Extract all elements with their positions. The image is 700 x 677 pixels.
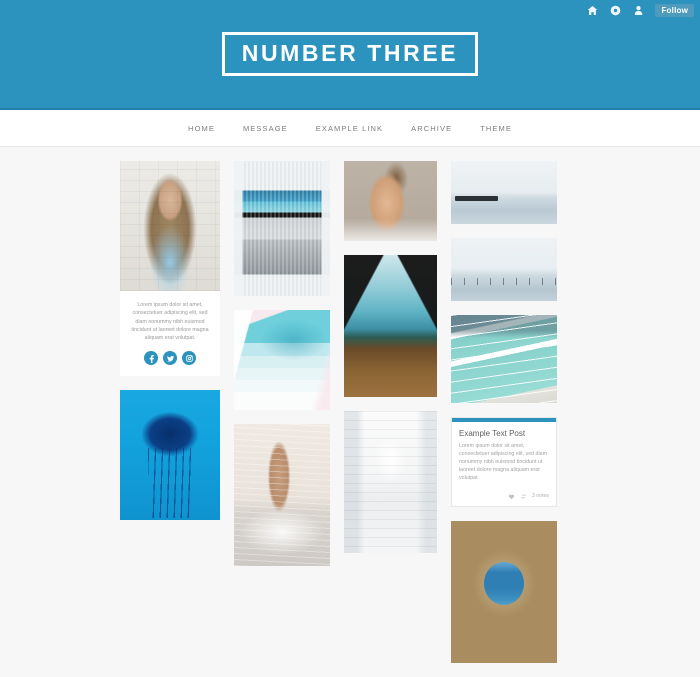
notes-count: 3 notes — [531, 493, 549, 499]
photo-azure-window-image — [451, 521, 557, 663]
grid-column-2 — [234, 161, 330, 580]
post-photo-pool-steps[interactable] — [234, 310, 330, 410]
post-photo-seascape-two[interactable] — [451, 238, 557, 301]
post-photo-smiling-woman[interactable] — [344, 161, 437, 241]
post-photo-icebergs-pool[interactable] — [451, 315, 557, 403]
post-photo-jellyfish[interactable] — [120, 390, 220, 521]
photo-seascape-two-image — [451, 238, 557, 301]
grid-column-1: Lorem ipsum dolor sit amet, consectetuer… — [120, 161, 220, 534]
tumblr-global-bar: Follow — [0, 0, 700, 21]
post-photo-white-stairs[interactable] — [344, 411, 437, 553]
post-photo-azure-window[interactable] — [451, 521, 557, 663]
grid-column-3 — [344, 161, 437, 567]
photo-icebergs-pool-image — [451, 315, 557, 403]
facebook-icon[interactable] — [144, 351, 158, 366]
photo-splash-image — [234, 424, 330, 566]
home-icon[interactable] — [584, 3, 600, 19]
photo-pool-steps-image — [234, 310, 330, 410]
photo-seascape-one-image — [451, 161, 557, 224]
site-title-box: NUMBER THREE — [221, 32, 479, 76]
post-photo-portrait[interactable] — [120, 161, 220, 291]
post-photo-splash[interactable] — [234, 424, 330, 566]
photo-glass-pool-image — [344, 255, 437, 397]
follow-button[interactable]: Follow — [655, 4, 694, 17]
main-navigation: HOME MESSAGE EXAMPLE LINK ARCHIVE THEME — [0, 110, 700, 147]
dashboard-icon[interactable] — [607, 3, 623, 19]
account-icon[interactable] — [630, 3, 646, 19]
grid-column-4: Example Text Post Lorem ipsum dolor sit … — [451, 161, 557, 677]
reblog-icon[interactable] — [520, 492, 528, 500]
example-post-notes-row: 3 notes — [452, 487, 556, 506]
photo-white-stairs-image — [344, 411, 437, 553]
example-post-body-wrap: Example Text Post Lorem ipsum dolor sit … — [452, 422, 556, 487]
nav-item-example-link[interactable]: EXAMPLE LINK — [316, 124, 383, 133]
social-links — [129, 351, 211, 366]
nav-item-archive[interactable]: ARCHIVE — [411, 124, 452, 133]
post-grid: Lorem ipsum dolor sit amet, consectetuer… — [120, 147, 580, 677]
example-post-title: Example Text Post — [459, 429, 526, 438]
post-example-text[interactable]: Example Text Post Lorem ipsum dolor sit … — [451, 417, 557, 507]
nav-item-theme[interactable]: THEME — [480, 124, 512, 133]
nav-item-home[interactable]: HOME — [188, 124, 215, 133]
photo-jellyfish-image — [120, 390, 220, 521]
page-title: NUMBER THREE — [241, 40, 459, 66]
post-photo-seascape-one[interactable] — [451, 161, 557, 224]
twitter-icon[interactable] — [163, 351, 177, 366]
photo-portrait-image — [120, 161, 220, 291]
example-post-text: Lorem ipsum dolor sit amet, consectetuer… — [459, 443, 548, 481]
text-post-body: Lorem ipsum dolor sit amet, consectetuer… — [131, 302, 209, 342]
nav-item-message[interactable]: MESSAGE — [243, 124, 288, 133]
photo-smiling-woman-image — [344, 161, 437, 241]
like-heart-icon[interactable] — [508, 492, 516, 500]
post-photo-beach-collage[interactable] — [234, 161, 330, 296]
post-text-social[interactable]: Lorem ipsum dolor sit amet, consectetuer… — [120, 291, 220, 377]
instagram-icon[interactable] — [182, 351, 196, 366]
post-photo-glass-pool[interactable] — [344, 255, 437, 397]
photo-collage-image — [234, 161, 330, 296]
